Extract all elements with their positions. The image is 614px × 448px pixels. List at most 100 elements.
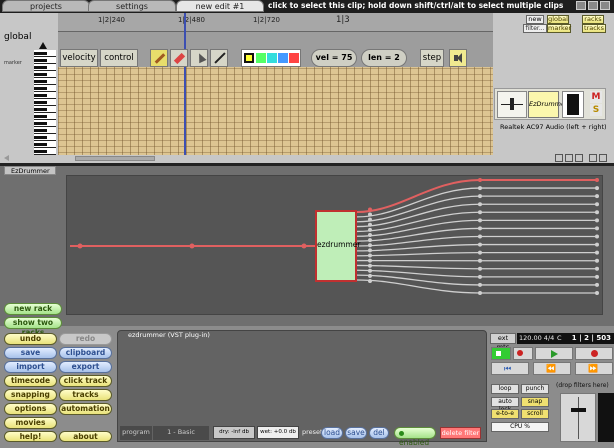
preset-save-button[interactable]: save xyxy=(345,427,367,439)
wire-node[interactable] xyxy=(478,267,482,271)
wire-node[interactable] xyxy=(595,202,599,206)
wire-node[interactable] xyxy=(368,243,372,247)
save-button[interactable]: save xyxy=(4,347,57,359)
wire-node[interactable] xyxy=(595,210,599,214)
wire-node[interactable] xyxy=(595,186,599,190)
help-button[interactable]: help! xyxy=(4,431,57,442)
export-button[interactable]: export xyxy=(59,361,112,373)
enabled-toggle[interactable]: enabled xyxy=(394,427,436,439)
rewind-button[interactable]: ⏪ xyxy=(533,362,571,375)
wire-node[interactable] xyxy=(595,259,599,263)
wire-node[interactable] xyxy=(368,248,372,252)
wire-node[interactable] xyxy=(595,291,599,295)
delete-filter-button[interactable]: delete filter xyxy=(440,427,481,439)
wire-node[interactable] xyxy=(368,279,372,283)
snap-button[interactable]: snap xyxy=(521,397,549,407)
wire-node[interactable] xyxy=(478,235,482,239)
output-wire[interactable] xyxy=(357,265,598,268)
preset-del-button[interactable]: del xyxy=(369,427,389,439)
wire-node[interactable] xyxy=(478,283,482,287)
automation-button[interactable]: automation xyxy=(59,403,112,415)
wet-control[interactable]: wet: +0.0 db xyxy=(257,426,299,439)
ext-mtc-button[interactable]: ext mtc xyxy=(490,333,516,344)
output-wire[interactable] xyxy=(357,196,598,222)
preset-load-button[interactable]: load xyxy=(321,427,343,439)
wire-node[interactable] xyxy=(478,275,482,279)
wire-node[interactable] xyxy=(368,264,372,268)
snapping-button[interactable]: snapping xyxy=(4,389,57,401)
wire-node[interactable] xyxy=(368,274,372,278)
wire-node[interactable] xyxy=(595,178,599,182)
record-button[interactable] xyxy=(513,347,533,360)
loop-button[interactable]: loop xyxy=(491,384,519,394)
wire-node[interactable] xyxy=(478,186,482,190)
about-button[interactable]: about xyxy=(59,431,112,442)
wire-node[interactable] xyxy=(595,251,599,255)
wire-node[interactable] xyxy=(595,267,599,271)
redo-button[interactable]: redo xyxy=(59,333,112,345)
wire-node[interactable] xyxy=(595,226,599,230)
wire-node[interactable] xyxy=(478,259,482,263)
dry-control[interactable]: dry: -inf db xyxy=(213,426,255,439)
wire-node[interactable] xyxy=(368,213,372,217)
fast-forward-button[interactable]: ⏩ xyxy=(575,362,613,375)
wire-node[interactable] xyxy=(478,218,482,222)
wire-node[interactable] xyxy=(368,233,372,237)
rewind-start-button[interactable]: ⏮ xyxy=(491,362,529,375)
click-track-button[interactable]: click track xyxy=(59,375,112,387)
wire-node[interactable] xyxy=(478,251,482,255)
new-rack-button[interactable]: new rack xyxy=(4,303,62,315)
output-wire[interactable] xyxy=(357,204,598,226)
wire-node[interactable] xyxy=(478,202,482,206)
wire-node[interactable] xyxy=(368,207,372,211)
eto-button[interactable]: e-to-e xyxy=(491,409,519,419)
program-select[interactable]: 1 - Basic xyxy=(153,426,209,440)
wire-node[interactable] xyxy=(368,223,372,227)
tracks-menu-button[interactable]: tracks xyxy=(59,389,112,401)
wire-node[interactable] xyxy=(595,194,599,198)
wire-node[interactable] xyxy=(478,178,482,182)
wire-node[interactable] xyxy=(368,259,372,263)
master-fader[interactable] xyxy=(560,393,596,442)
show-two-racks-button[interactable]: show two racks xyxy=(4,317,62,329)
scroll-button[interactable]: scroll xyxy=(521,409,549,419)
wire-node[interactable] xyxy=(478,226,482,230)
wire-node[interactable] xyxy=(595,235,599,239)
wire-node[interactable] xyxy=(595,283,599,287)
stop-button[interactable] xyxy=(575,347,613,360)
program-label: program xyxy=(120,426,152,440)
stop-icon xyxy=(591,350,598,357)
key-display[interactable]: C xyxy=(557,333,565,344)
ezdrummer-node[interactable]: ezdrummer xyxy=(315,210,357,282)
position-display[interactable]: 1 | 2 | 503 xyxy=(565,333,614,344)
options-button[interactable]: options xyxy=(4,403,57,415)
wire-node[interactable] xyxy=(368,228,372,232)
wire-node[interactable] xyxy=(478,194,482,198)
movies-button[interactable]: movies xyxy=(4,417,57,429)
master-fader-knob[interactable] xyxy=(571,408,586,412)
output-wire[interactable] xyxy=(357,270,598,277)
punch-button[interactable]: punch xyxy=(521,384,549,394)
play-button[interactable] xyxy=(535,347,573,360)
wire-node[interactable] xyxy=(478,291,482,295)
wire-node[interactable] xyxy=(368,269,372,273)
import-button[interactable]: import xyxy=(4,361,57,373)
wire-node[interactable] xyxy=(368,218,372,222)
output-wire[interactable] xyxy=(357,253,598,256)
wire-node[interactable] xyxy=(478,243,482,247)
wire-node[interactable] xyxy=(368,253,372,257)
output-wire[interactable] xyxy=(357,245,598,251)
timecode-button[interactable]: timecode xyxy=(4,375,57,387)
tempo-display[interactable]: 120.00 4/4 xyxy=(517,333,557,344)
auto-lock-button[interactable]: auto lock xyxy=(491,397,519,407)
wire-node[interactable] xyxy=(595,243,599,247)
wire-node[interactable] xyxy=(595,275,599,279)
undo-button[interactable]: undo xyxy=(4,333,57,345)
wire-node[interactable] xyxy=(595,218,599,222)
output-wire[interactable] xyxy=(357,280,598,293)
record-mode-button[interactable] xyxy=(491,347,511,360)
wire-node[interactable] xyxy=(368,238,372,242)
wire-node[interactable] xyxy=(478,210,482,214)
clipboard-button[interactable]: clipboard xyxy=(59,347,112,359)
output-wire[interactable] xyxy=(357,228,598,241)
